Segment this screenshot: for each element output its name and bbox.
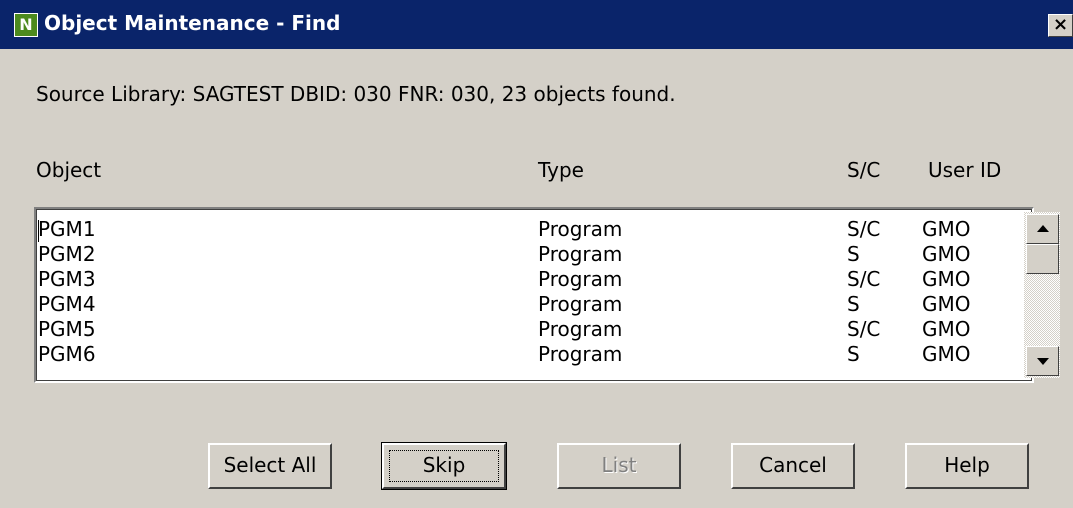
object-user-id: GMO	[922, 317, 971, 341]
select-all-button[interactable]: Select All	[208, 443, 332, 489]
object-name: PGM1	[38, 217, 96, 241]
list-label: List	[601, 453, 637, 477]
help-button[interactable]: Help	[905, 443, 1029, 489]
skip-focus-ring	[389, 450, 499, 482]
object-type: Program	[538, 342, 623, 366]
title-bar[interactable]: N Object Maintenance - Find ×	[0, 0, 1073, 49]
cancel-label: Cancel	[759, 453, 827, 477]
scroll-down-arrow-icon	[1036, 358, 1049, 365]
list-row[interactable]: PGM5 Program S/C GMO	[36, 317, 1016, 342]
object-type: Program	[538, 217, 623, 241]
list-row[interactable]: PGM4 Program S GMO	[36, 292, 1016, 317]
column-header-sc: S/C	[847, 158, 881, 182]
natural-app-icon: N	[14, 13, 38, 37]
skip-button[interactable]: Skip	[381, 442, 507, 490]
scroll-thumb[interactable]	[1026, 244, 1059, 274]
object-sc: S/C	[847, 217, 881, 241]
list-row[interactable]: PGM2 Program S GMO	[36, 242, 1016, 267]
list-row[interactable]: PGM1 Program S/C GMO	[36, 217, 1016, 242]
column-header-object: Object	[36, 158, 102, 182]
search-summary: Source Library: SAGTEST DBID: 030 FNR: 0…	[36, 82, 676, 106]
object-sc: S	[847, 292, 860, 316]
column-header-user-id: User ID	[928, 158, 1002, 182]
object-user-id: GMO	[922, 267, 971, 291]
object-list[interactable]: PGM1 Program S/C GMO PGM2 Program S GMO …	[34, 207, 1060, 383]
window-title: Object Maintenance - Find	[44, 11, 341, 35]
object-sc: S/C	[847, 267, 881, 291]
scroll-up-arrow-icon	[1036, 225, 1049, 232]
find-dialog: N Object Maintenance - Find × Source Lib…	[0, 0, 1073, 508]
object-type: Program	[538, 242, 623, 266]
list-row[interactable]: PGM6 Program S GMO	[36, 342, 1016, 367]
cancel-button[interactable]: Cancel	[731, 443, 855, 489]
object-type: Program	[538, 317, 623, 341]
object-type: Program	[538, 267, 623, 291]
object-name: PGM5	[38, 317, 96, 341]
object-name: PGM3	[38, 267, 96, 291]
close-button[interactable]: ×	[1048, 14, 1073, 37]
object-type: Program	[538, 292, 623, 316]
object-name: PGM4	[38, 292, 96, 316]
select-all-label: Select All	[223, 453, 317, 477]
close-icon: ×	[1052, 14, 1069, 35]
list-button: List	[557, 443, 681, 489]
list-row[interactable]: PGM3 Program S/C GMO	[36, 267, 1016, 292]
object-user-id: GMO	[922, 292, 971, 316]
object-name: PGM2	[38, 242, 96, 266]
help-label: Help	[944, 453, 990, 477]
object-name: PGM6	[38, 342, 96, 366]
object-sc: S	[847, 342, 860, 366]
object-sc: S/C	[847, 317, 881, 341]
object-user-id: GMO	[922, 242, 971, 266]
object-user-id: GMO	[922, 217, 971, 241]
scroll-up-button[interactable]	[1026, 214, 1059, 244]
column-header-type: Type	[538, 158, 584, 182]
list-scrollbar[interactable]	[1024, 212, 1060, 378]
object-user-id: GMO	[922, 342, 971, 366]
scroll-down-button[interactable]	[1026, 346, 1059, 376]
object-sc: S	[847, 242, 860, 266]
